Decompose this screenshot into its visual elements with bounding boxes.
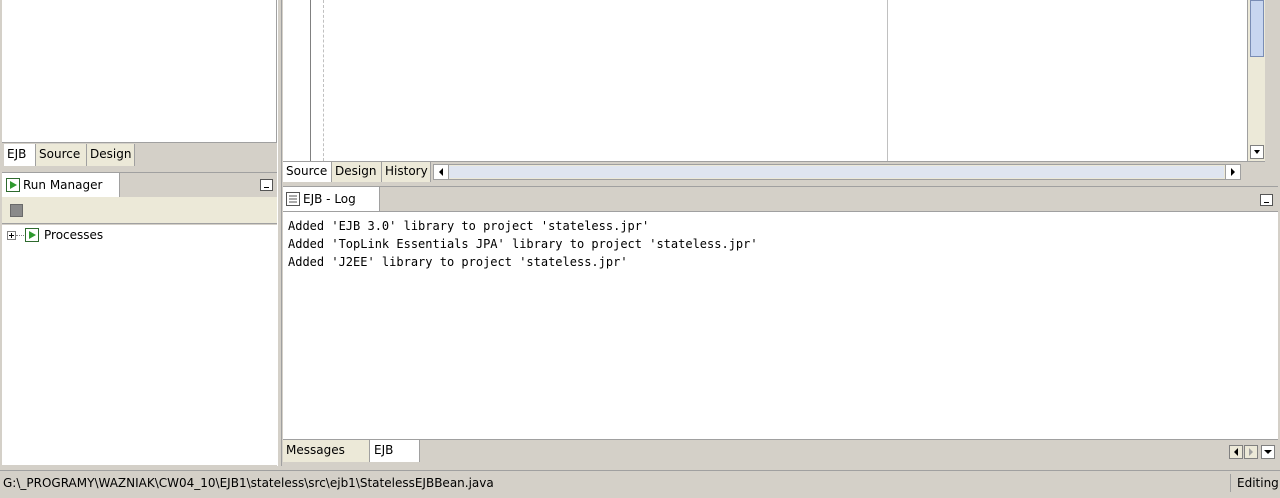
tab-design[interactable]: Design [87,144,135,166]
log-title: EJB - Log [303,192,356,206]
tab-editor-history[interactable]: History [382,162,431,182]
stop-icon[interactable] [10,204,23,217]
editor-tabbar: Source Design History [283,161,1265,182]
tab-scroll-right-icon[interactable] [1244,445,1258,459]
vertical-splitter[interactable] [277,0,282,466]
tab-editor-design[interactable]: Design [332,162,382,182]
status-bar: G:\_PROGRAMY\WAZNIAK\CW04_10\EJB1\statel… [0,470,1280,494]
expand-icon[interactable] [7,231,16,240]
editor-area[interactable] [283,0,1247,161]
right-margin-line [887,0,888,161]
scroll-down-icon[interactable] [1250,145,1264,159]
tab-messages[interactable]: Messages [283,440,370,462]
editor-vertical-scrollbar[interactable] [1247,0,1265,161]
run-manager-title: Run Manager [23,178,103,192]
scroll-left-icon[interactable] [434,165,449,179]
tab-list-dropdown-icon[interactable] [1261,445,1275,459]
minimize-icon[interactable] [260,179,273,191]
tab-scroll-left-icon[interactable] [1229,445,1243,459]
left-top-panel [2,0,277,142]
run-manager-toolbar [2,197,277,224]
run-manager-tab[interactable]: Run Manager [2,173,120,197]
status-path: G:\_PROGRAMY\WAZNIAK\CW04_10\EJB1\statel… [3,476,494,490]
run-manager-tree: Processes [2,225,277,465]
log-line: Added 'EJB 3.0' library to project 'stat… [288,219,650,233]
tree-item-label: Processes [44,228,104,242]
scroll-thumb[interactable] [1250,0,1264,57]
scroll-right-icon[interactable] [1225,165,1240,179]
tab-source[interactable]: Source [36,144,87,166]
tab-ejb[interactable]: EJB [4,144,36,166]
processes-run-icon [25,228,39,242]
status-mode: Editing [1237,476,1279,490]
horizontal-scrollbar[interactable] [433,164,1241,180]
log-icon [286,192,300,206]
log-minimize-icon[interactable] [1260,194,1273,206]
run-manager-header: Run Manager [2,172,277,197]
gutter-line [310,0,311,161]
log-content[interactable]: Added 'EJB 3.0' library to project 'stat… [283,211,1278,439]
log-header: EJB - Log [283,186,1278,211]
log-tabbar: Messages EJB [283,439,1278,462]
tab-log-ejb[interactable]: EJB [370,440,420,462]
left-top-tabbar: EJB Source Design [2,142,277,167]
log-line: Added 'J2EE' library to project 'statele… [288,255,628,269]
tab-editor-source[interactable]: Source [283,162,332,182]
log-tab[interactable]: EJB - Log [283,187,380,211]
fold-line [323,0,324,161]
run-icon [6,178,20,192]
status-divider [1230,474,1231,492]
horizontal-scroll-track[interactable] [449,166,1224,178]
log-line: Added 'TopLink Essentials JPA' library t… [288,237,758,251]
